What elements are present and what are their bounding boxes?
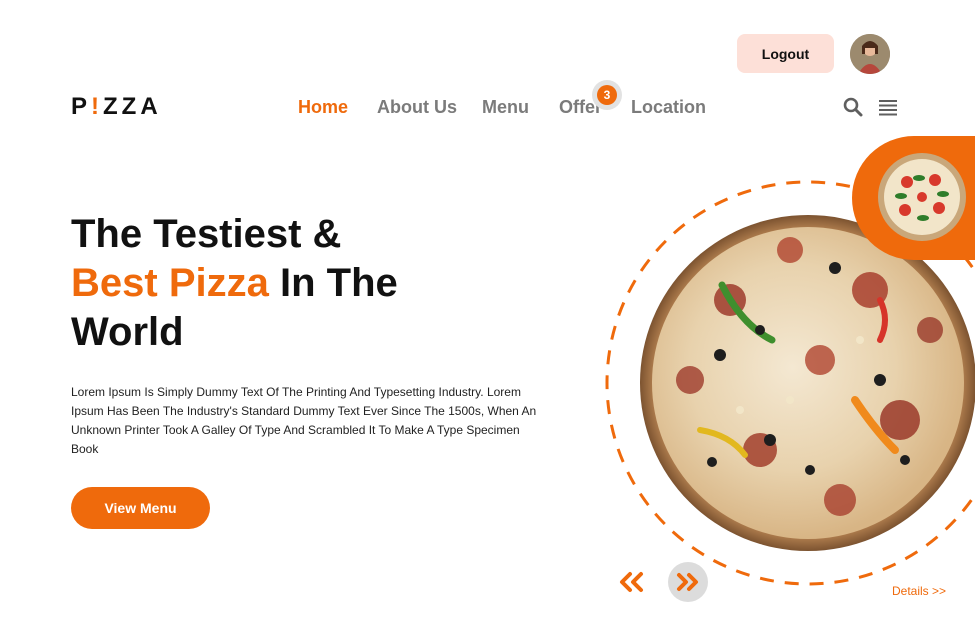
logo-accent: ! xyxy=(91,93,104,120)
view-menu-button[interactable]: View Menu xyxy=(71,487,210,529)
hamburger-menu-icon[interactable] xyxy=(879,99,897,117)
nav-item-about-us[interactable]: About Us xyxy=(377,96,457,118)
main-pizza-image xyxy=(640,215,975,551)
offer-badge-wrapper: 3 xyxy=(592,80,622,110)
offer-count-badge: 3 xyxy=(597,85,617,105)
logo-rest: ZZA xyxy=(103,93,162,120)
logo-letter: P xyxy=(71,93,92,120)
pizza-logo[interactable]: P!ZZA xyxy=(71,93,162,121)
details-link[interactable]: Details >> xyxy=(892,584,946,598)
logout-button[interactable]: Logout xyxy=(737,34,834,73)
nav-item-location[interactable]: Location xyxy=(631,96,706,118)
carousel-next-button[interactable] xyxy=(668,562,708,602)
hero-title: The Testiest & Best Pizza In The World xyxy=(71,210,471,357)
thumbnail-pizza-image[interactable] xyxy=(877,152,967,242)
carousel-prev-button[interactable] xyxy=(612,565,650,599)
user-avatar[interactable] xyxy=(850,34,890,74)
nav-item-home[interactable]: Home xyxy=(298,96,348,118)
hero-title-line1: The Testiest & xyxy=(71,212,342,256)
nav-item-menu[interactable]: Menu xyxy=(482,96,529,118)
avatar-portrait-icon xyxy=(850,34,890,74)
search-icon[interactable] xyxy=(843,97,863,117)
hero-title-line3: World xyxy=(71,310,184,354)
hero-title-highlight: Best Pizza xyxy=(71,261,269,305)
double-chevron-right-icon xyxy=(677,573,698,591)
hero-title-line2: In The xyxy=(268,261,398,305)
double-chevron-left-icon xyxy=(620,572,643,592)
hero-description: Lorem Ipsum Is Simply Dummy Text Of The … xyxy=(71,385,537,456)
